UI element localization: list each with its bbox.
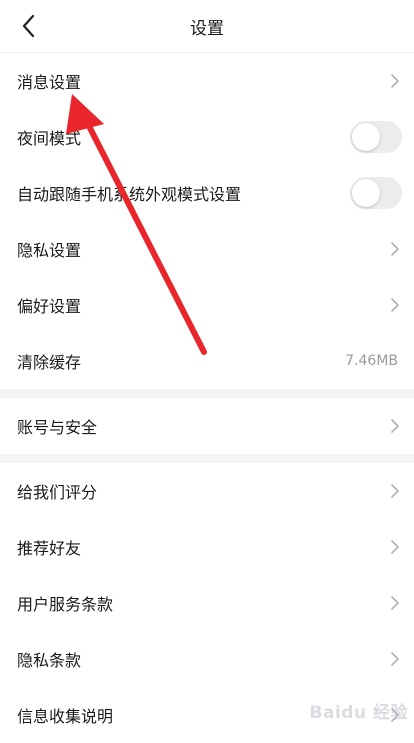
chevron-right-icon bbox=[388, 540, 402, 554]
toggle-knob bbox=[352, 179, 380, 207]
settings-item-label: 自动跟随手机系统外观模式设置 bbox=[17, 185, 242, 204]
settings-item-label: 用户服务条款 bbox=[17, 595, 114, 614]
settings-item-privacy-terms[interactable]: 隐私条款 bbox=[0, 631, 414, 687]
settings-item-rate-us[interactable]: 给我们评分 bbox=[0, 463, 414, 519]
settings-item-user-terms[interactable]: 用户服务条款 bbox=[0, 575, 414, 631]
settings-group-account: 账号与安全 bbox=[0, 398, 414, 454]
settings-item-label: 消息设置 bbox=[17, 73, 82, 92]
settings-item-follow-system-appearance[interactable]: 自动跟随手机系统外观模式设置 bbox=[0, 165, 414, 221]
settings-item-label: 夜间模式 bbox=[17, 129, 82, 148]
settings-item-label: 偏好设置 bbox=[17, 297, 82, 316]
top-bar: 设置 bbox=[0, 0, 414, 53]
page-title: 设置 bbox=[190, 18, 224, 39]
settings-item-message[interactable]: 消息设置 bbox=[0, 53, 414, 109]
chevron-right-icon bbox=[388, 242, 402, 256]
settings-item-label: 清除缓存 bbox=[17, 353, 82, 372]
settings-item-night-mode[interactable]: 夜间模式 bbox=[0, 109, 414, 165]
settings-item-account-security[interactable]: 账号与安全 bbox=[0, 398, 414, 454]
chevron-right-icon bbox=[388, 298, 402, 312]
chevron-right-icon bbox=[388, 652, 402, 666]
settings-item-label: 给我们评分 bbox=[17, 483, 98, 502]
watermark-logo: Baidu 经验 bbox=[309, 703, 408, 723]
chevron-right-icon bbox=[388, 484, 402, 498]
back-button[interactable] bbox=[8, 6, 48, 46]
chevron-left-icon bbox=[22, 14, 35, 38]
settings-item-clear-cache[interactable]: 清除缓存 7.46MB bbox=[0, 333, 414, 389]
settings-item-privacy[interactable]: 隐私设置 bbox=[0, 221, 414, 277]
follow-system-toggle[interactable] bbox=[350, 177, 402, 209]
toggle-knob bbox=[352, 123, 380, 151]
chevron-right-icon bbox=[388, 419, 402, 433]
settings-item-label: 推荐好友 bbox=[17, 539, 82, 558]
settings-item-label: 账号与安全 bbox=[17, 418, 98, 437]
chevron-right-icon bbox=[388, 596, 402, 610]
section-divider bbox=[0, 389, 414, 398]
settings-item-recommend-friends[interactable]: 推荐好友 bbox=[0, 519, 414, 575]
settings-group-general: 消息设置 夜间模式 自动跟随手机系统外观模式设置 隐私设置 偏好设置 清除缓存 … bbox=[0, 53, 414, 389]
chevron-right-icon bbox=[388, 74, 402, 88]
settings-item-preferences[interactable]: 偏好设置 bbox=[0, 277, 414, 333]
settings-item-label: 信息收集说明 bbox=[17, 707, 114, 726]
night-mode-toggle[interactable] bbox=[350, 121, 402, 153]
cache-size-value: 7.46MB bbox=[345, 353, 398, 369]
settings-item-label: 隐私条款 bbox=[17, 651, 82, 670]
section-divider bbox=[0, 454, 414, 463]
settings-item-label: 隐私设置 bbox=[17, 241, 82, 260]
